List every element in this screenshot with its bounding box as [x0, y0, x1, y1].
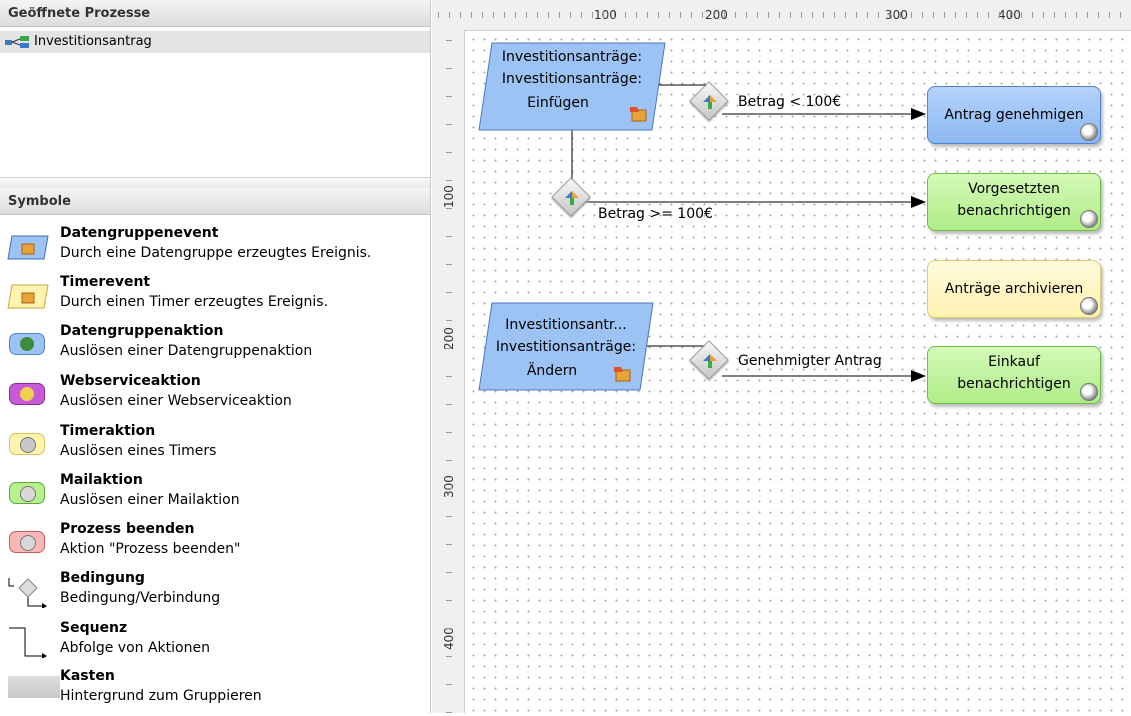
action-antrag-genehmigen[interactable]: Antrag genehmigen: [927, 86, 1101, 144]
symbol-desc: Aktion "Prozess beenden": [60, 541, 241, 557]
diagram-canvas[interactable]: 100 200 300 400 100 200 300 400 Investit…: [432, 0, 1131, 713]
condition-icon: [703, 354, 717, 368]
mailaktion-icon: [1080, 383, 1098, 401]
symbols-header: Symbole: [0, 188, 430, 215]
action-antraege-archivieren[interactable]: Anträge archivieren: [927, 260, 1101, 318]
symbol-desc: Auslösen einer Mailaktion: [60, 492, 240, 508]
webserviceaktion-icon: [6, 379, 50, 411]
datengruppe-icon: [630, 107, 647, 122]
process-item-investitionsantrag[interactable]: Investitionsantrag: [0, 31, 430, 53]
symbol-title: Timeraktion: [60, 423, 156, 439]
action-einkauf-benachrichtigen[interactable]: Einkauf benachrichtigen: [927, 346, 1101, 404]
open-processes-header: Geöffnete Prozesse: [0, 0, 430, 27]
left-panel: Geöffnete Prozesse Investitionsantrag Sy…: [0, 0, 431, 713]
process-tree-icon: [5, 36, 29, 48]
symbol-desc: Hintergrund zum Gruppieren: [60, 688, 262, 704]
symbol-title: Prozess beenden: [60, 521, 195, 537]
action-label: Anträge archivieren: [944, 281, 1084, 297]
action-vorgesetzten-benachrichtigen[interactable]: Vorgesetzten benachrichtigen: [927, 173, 1101, 231]
symbol-timerevent[interactable]: Timerevent Durch einen Timer erzeugtes E…: [0, 274, 430, 322]
condition-icon: [565, 191, 579, 205]
symbol-timeraktion[interactable]: Timeraktion Auslösen eines Timers: [0, 423, 430, 471]
event-line: Investitionsantr...: [505, 317, 627, 333]
symbol-title: Kasten: [60, 668, 115, 684]
action-label: benachrichtigen: [957, 376, 1071, 392]
event-line: Investitionsanträge:: [501, 49, 643, 65]
action-label: Vorgesetzten: [968, 181, 1060, 197]
symbol-title: Datengruppenevent: [60, 225, 219, 241]
symbol-desc: Auslösen einer Datengruppenaktion: [60, 343, 313, 359]
condition-label: Genehmigter Antrag: [738, 353, 882, 369]
condition-label: Betrag >= 100€: [598, 206, 713, 222]
bedingung-icon: [8, 578, 47, 608]
symbol-desc: Auslösen einer Webserviceaktion: [60, 393, 292, 409]
datengruppenaktion-icon: [1080, 123, 1098, 141]
action-label: Einkauf: [988, 354, 1040, 370]
symbol-desc: Bedingung/Verbindung: [60, 590, 221, 606]
symbol-title: Timerevent: [60, 274, 151, 290]
datengruppenevent-icon: [7, 235, 49, 260]
condition-icon: [703, 95, 717, 109]
symbol-bedingung[interactable]: Bedingung Bedingung/Verbindung: [0, 570, 430, 618]
symbol-datengruppenevent[interactable]: Datengruppenevent Durch eine Datengruppe…: [0, 225, 430, 273]
symbol-kasten[interactable]: Kasten Hintergrund zum Gruppieren: [0, 668, 430, 716]
sequenz-icon: [9, 627, 47, 658]
event-line: Einfügen: [527, 95, 589, 111]
symbol-sequenz[interactable]: Sequenz Abfolge von Aktionen: [0, 620, 430, 668]
symbol-desc: Abfolge von Aktionen: [60, 640, 210, 656]
datengruppe-icon: [614, 367, 631, 382]
symbol-desc: Durch einen Timer erzeugtes Ereignis.: [60, 294, 329, 310]
action-label: benachrichtigen: [957, 203, 1071, 219]
datengruppenaktion-icon: [6, 329, 50, 361]
event-einfuegen[interactable]: Investitionsanträge: Investitionsanträge…: [478, 42, 666, 132]
symbol-desc: Durch eine Datengruppe erzeugtes Ereigni…: [60, 245, 372, 261]
symbol-mailaktion[interactable]: Mailaktion Auslösen einer Mailaktion: [0, 472, 430, 520]
mailaktion-icon: [1080, 210, 1098, 228]
symbol-prozess-beenden[interactable]: Prozess beenden Aktion "Prozess beenden": [0, 521, 430, 569]
kasten-icon: [6, 674, 60, 706]
timeraktion-icon: [1080, 297, 1098, 315]
symbol-webserviceaktion[interactable]: Webserviceaktion Auslösen einer Webservi…: [0, 373, 430, 421]
prozess-beenden-icon: [6, 527, 50, 559]
panel-splitter[interactable]: [0, 177, 430, 188]
symbol-title: Bedingung: [60, 570, 145, 586]
timerevent-icon: [7, 284, 49, 309]
mailaktion-icon: [6, 478, 50, 510]
action-label: Antrag genehmigen: [944, 107, 1084, 123]
process-item-label: Investitionsantrag: [34, 34, 152, 49]
symbol-desc: Auslösen eines Timers: [60, 443, 217, 459]
event-line: Investitionsanträge:: [495, 339, 637, 355]
event-aendern[interactable]: Investitionsantr... Investitionsanträge:…: [478, 302, 654, 392]
condition-label: Betrag < 100€: [738, 94, 842, 110]
symbol-title: Mailaktion: [60, 472, 143, 488]
symbol-title: Webserviceaktion: [60, 373, 201, 389]
symbol-datengruppenaktion[interactable]: Datengruppenaktion Auslösen einer Dateng…: [0, 323, 430, 371]
event-line: Investitionsanträge:: [501, 71, 643, 87]
symbol-title: Sequenz: [60, 620, 128, 636]
symbol-title: Datengruppenaktion: [60, 323, 224, 339]
timeraktion-icon: [6, 429, 50, 461]
